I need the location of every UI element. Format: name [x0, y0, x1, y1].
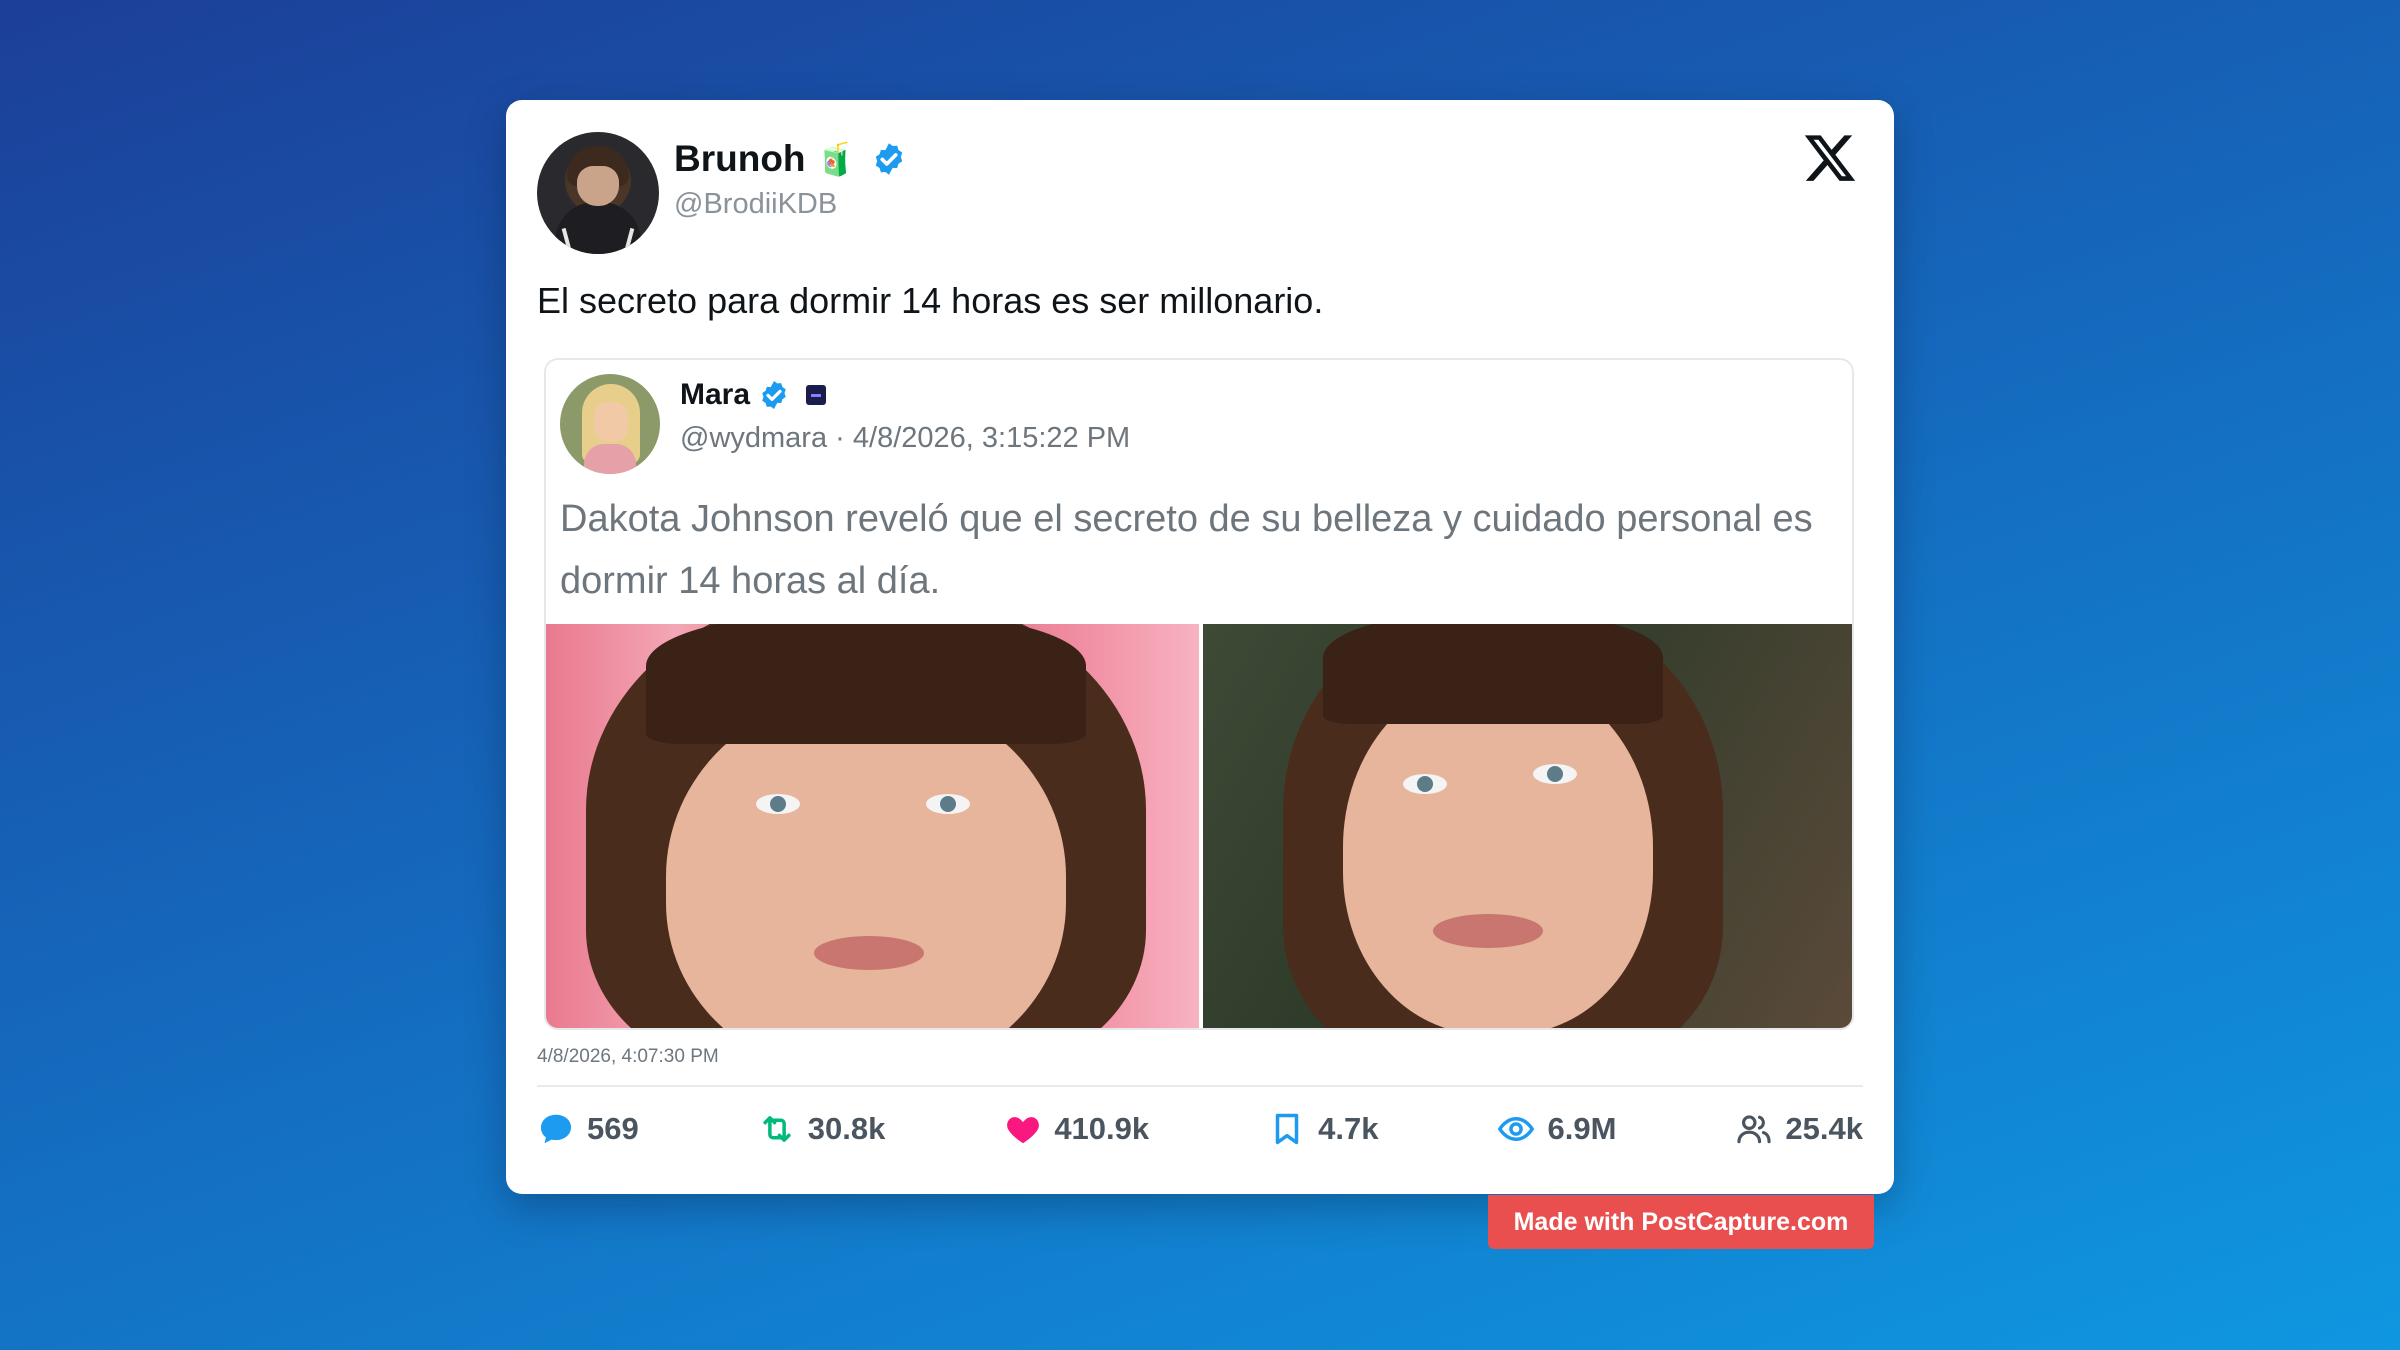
quoted-media-grid: [546, 624, 1852, 1028]
tweet-text: El secreto para dormir 14 horas es ser m…: [537, 280, 1324, 321]
media-photo-1[interactable]: [546, 624, 1199, 1028]
author-handle[interactable]: @BrodiiKDB: [674, 188, 837, 221]
reply-icon: [540, 1114, 572, 1144]
author-display-name[interactable]: Brunoh: [674, 138, 806, 180]
meta-separator: ·: [835, 422, 845, 454]
bookmark-stat[interactable]: 4.7k: [1268, 1110, 1378, 1148]
media-photo-2[interactable]: [1203, 624, 1852, 1028]
quoted-tweet[interactable]: Mara @wydmara · 4/8/2026, 3:15:22 PM Dak…: [544, 358, 1854, 1030]
author-avatar[interactable]: [537, 132, 659, 254]
eye-icon: [1498, 1116, 1535, 1142]
quoted-display-name[interactable]: Mara: [680, 378, 750, 412]
verified-badge-icon: [876, 143, 903, 175]
retweet-stat[interactable]: 30.8k: [758, 1110, 886, 1148]
quoted-name-row: Mara: [680, 378, 827, 412]
engagement-stats: 569 30.8k 410.9k 4.7k 6.9M 25.4k: [537, 1110, 1863, 1148]
quoted-text: Dakota Johnson reveló que el secreto de …: [560, 498, 1813, 602]
reply-count: 569: [587, 1111, 639, 1146]
quoted-meta: @wydmara · 4/8/2026, 3:15:22 PM: [680, 422, 1130, 455]
quoted-handle[interactable]: @wydmara: [680, 422, 827, 454]
verified-badge-icon: [762, 381, 786, 409]
heart-icon: [1007, 1117, 1040, 1144]
users-icon: [1737, 1115, 1772, 1144]
followers-count: 25.4k: [1785, 1111, 1863, 1146]
views-stat[interactable]: 6.9M: [1497, 1110, 1616, 1148]
like-stat[interactable]: 410.9k: [1004, 1110, 1149, 1148]
reply-stat[interactable]: 569: [537, 1110, 639, 1148]
bookmark-icon: [1275, 1113, 1299, 1145]
quoted-timestamp[interactable]: 4/8/2026, 3:15:22 PM: [853, 422, 1130, 454]
like-count: 410.9k: [1054, 1111, 1150, 1146]
retweet-count: 30.8k: [807, 1111, 886, 1146]
tweet-timestamp[interactable]: 4/8/2026, 4:07:30 PM: [537, 1046, 719, 1068]
affiliate-badge-icon: [806, 385, 827, 405]
quoted-author-avatar[interactable]: [560, 374, 660, 474]
retweet-icon: [763, 1116, 791, 1142]
tweet-card: Brunoh 🧃 @BrodiiKDB El secreto para dorm…: [506, 100, 1894, 1194]
watermark-badge[interactable]: Made with PostCapture.com: [1488, 1195, 1874, 1249]
followers-stat[interactable]: 25.4k: [1735, 1110, 1863, 1148]
x-logo-icon[interactable]: [1802, 130, 1858, 186]
bookmark-count: 4.7k: [1318, 1111, 1379, 1146]
author-name-row: Brunoh 🧃: [674, 138, 907, 180]
views-count: 6.9M: [1547, 1111, 1617, 1146]
juice-box-emoji: 🧃: [815, 141, 856, 177]
divider: [537, 1085, 1863, 1087]
